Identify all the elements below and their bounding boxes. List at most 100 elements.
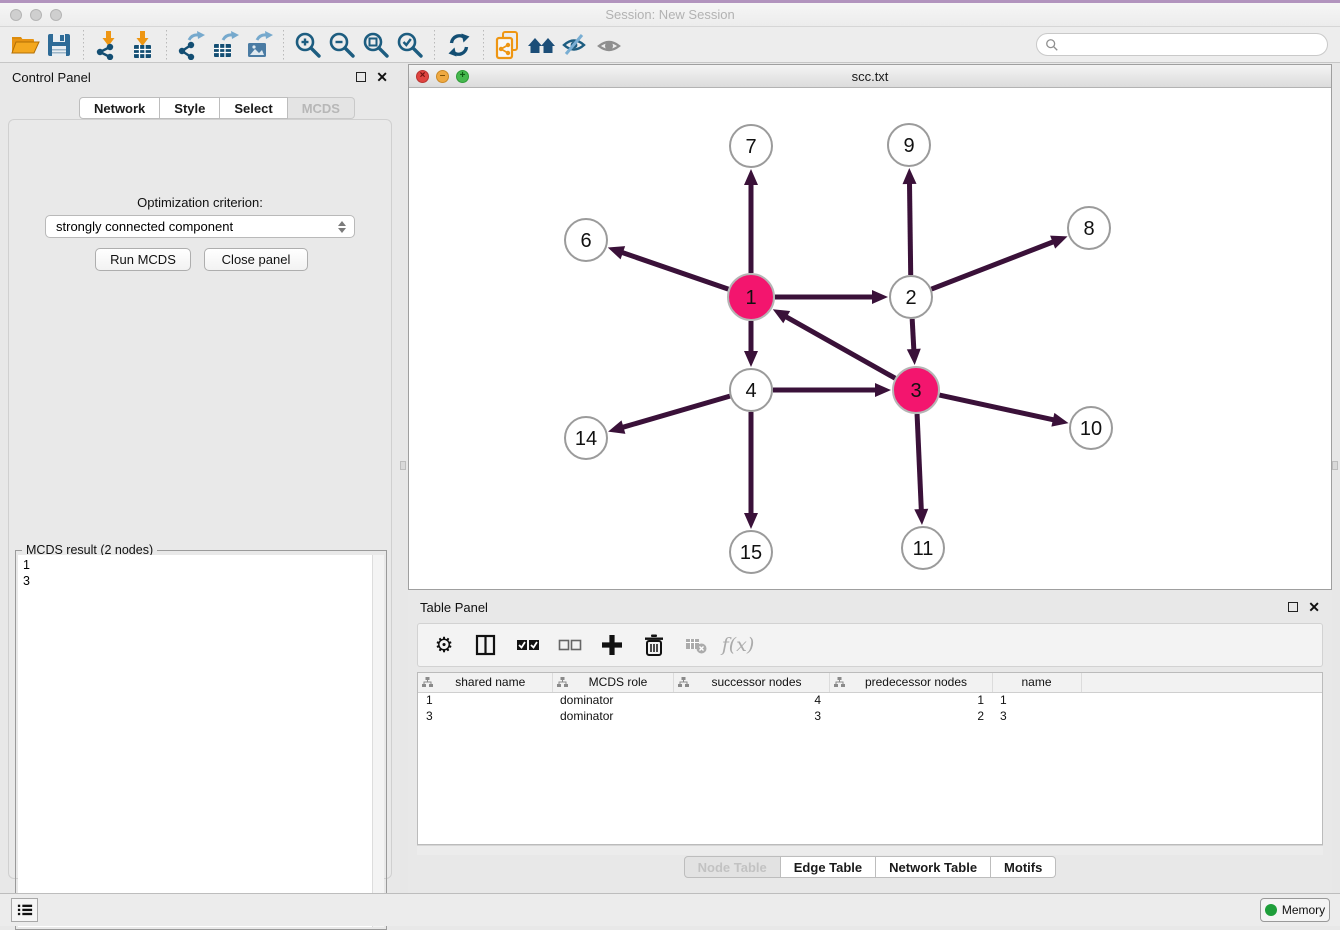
search-input[interactable] bbox=[1036, 33, 1328, 56]
export-image-icon[interactable] bbox=[242, 29, 276, 61]
mcds-panel-body: Optimization criterion: strongly connect… bbox=[8, 119, 392, 879]
graph-arrowhead bbox=[1051, 413, 1068, 427]
table-header-row[interactable]: shared name MCDS role successor nodes pr… bbox=[418, 673, 1322, 692]
graph-arrowhead bbox=[1050, 236, 1067, 249]
graph-node-label: 3 bbox=[910, 380, 921, 402]
network-window-titlebar[interactable]: × – + scc.txt bbox=[409, 65, 1331, 88]
tab-network[interactable]: Network bbox=[79, 97, 160, 119]
graph-node-label: 8 bbox=[1083, 218, 1094, 240]
save-session-icon[interactable] bbox=[42, 29, 76, 61]
tab-select[interactable]: Select bbox=[220, 97, 287, 119]
close-table-panel-icon[interactable]: ✕ bbox=[1308, 600, 1320, 614]
column-shared-name[interactable]: shared name bbox=[418, 673, 552, 692]
show-column-icon[interactable] bbox=[472, 631, 500, 659]
run-mcds-button[interactable]: Run MCDS bbox=[95, 248, 191, 271]
show-all-icon[interactable] bbox=[593, 29, 627, 61]
control-panel-title: Control Panel bbox=[12, 70, 91, 85]
app-title: Session: New Session bbox=[0, 7, 1340, 22]
table-row[interactable]: 3dominator 32 3 bbox=[418, 708, 1322, 724]
close-panel-icon[interactable]: ✕ bbox=[376, 70, 388, 84]
app-titlebar: Session: New Session bbox=[0, 3, 1340, 27]
close-panel-button[interactable]: Close panel bbox=[204, 248, 308, 271]
graph-node-label: 10 bbox=[1080, 418, 1102, 440]
first-neighbors-icon[interactable] bbox=[525, 29, 559, 61]
table-toolbar: ⚙ f(x) bbox=[417, 623, 1323, 667]
graph-arrowhead bbox=[608, 246, 625, 259]
right-split-divider[interactable] bbox=[1332, 63, 1340, 893]
table-horizontal-scrollbar[interactable] bbox=[417, 845, 1323, 855]
tab-edge-table[interactable]: Edge Table bbox=[781, 856, 876, 878]
network-graph-canvas[interactable]: 7968124314101511 bbox=[409, 88, 1331, 589]
graph-arrowhead bbox=[608, 420, 625, 433]
graph-edge-3-11[interactable] bbox=[917, 414, 921, 512]
tab-node-table[interactable]: Node Table bbox=[684, 856, 781, 878]
graph-edge-2-9[interactable] bbox=[909, 181, 910, 275]
column-predecessor-nodes[interactable]: predecessor nodes bbox=[829, 673, 992, 692]
table-tabs: Node Table Edge Table Network Table Moti… bbox=[408, 856, 1332, 878]
mcds-result-text[interactable]: 1 3 bbox=[18, 555, 372, 927]
zoom-in-icon[interactable] bbox=[291, 29, 325, 61]
list-icon bbox=[16, 902, 34, 918]
graph-edge-1-6[interactable] bbox=[620, 252, 728, 289]
tab-style[interactable]: Style bbox=[160, 97, 220, 119]
graph-edge-3-1[interactable] bbox=[784, 316, 895, 379]
left-split-divider[interactable] bbox=[400, 63, 408, 893]
import-network-icon[interactable] bbox=[91, 29, 125, 61]
tab-motifs[interactable]: Motifs bbox=[991, 856, 1056, 878]
column-successor-nodes[interactable]: successor nodes bbox=[673, 673, 829, 692]
zoom-fit-icon[interactable] bbox=[359, 29, 393, 61]
memory-button[interactable]: Memory bbox=[1260, 898, 1330, 922]
refresh-layout-icon[interactable] bbox=[442, 29, 476, 61]
import-table-icon[interactable] bbox=[125, 29, 159, 61]
graph-edge-3-10[interactable] bbox=[939, 395, 1055, 420]
graph-edge-4-14[interactable] bbox=[621, 396, 730, 428]
graph-node-label: 9 bbox=[903, 135, 914, 157]
graph-arrowhead bbox=[875, 383, 891, 397]
network-window-title: scc.txt bbox=[409, 69, 1331, 84]
tab-mcds[interactable]: MCDS bbox=[288, 97, 355, 119]
zoom-out-icon[interactable] bbox=[325, 29, 359, 61]
graph-arrowhead bbox=[744, 351, 758, 367]
graph-node-label: 14 bbox=[575, 428, 597, 450]
control-panel-tabs: Network Style Select MCDS bbox=[79, 97, 355, 119]
column-filler bbox=[1081, 673, 1322, 692]
delete-table-icon bbox=[682, 631, 710, 659]
tab-network-table[interactable]: Network Table bbox=[876, 856, 991, 878]
select-all-icon[interactable] bbox=[514, 631, 542, 659]
clone-network-icon[interactable] bbox=[491, 29, 525, 61]
graph-node-label: 4 bbox=[745, 380, 756, 402]
mcds-result-scrollbar[interactable] bbox=[372, 555, 384, 927]
add-row-icon[interactable] bbox=[598, 631, 626, 659]
table-row[interactable]: 1dominator 41 1 bbox=[418, 692, 1322, 708]
table-panel-title: Table Panel bbox=[420, 600, 488, 615]
float-table-panel-icon[interactable] bbox=[1288, 602, 1298, 612]
graph-arrowhead bbox=[744, 169, 758, 185]
graph-arrowhead bbox=[903, 168, 917, 184]
memory-status-icon bbox=[1265, 904, 1277, 916]
graph-arrowhead bbox=[744, 513, 758, 529]
delete-entry-icon[interactable] bbox=[640, 631, 668, 659]
criterion-value: strongly connected component bbox=[56, 219, 233, 234]
criterion-dropdown[interactable]: strongly connected component bbox=[45, 215, 355, 238]
graph-edge-2-8[interactable] bbox=[932, 241, 1056, 289]
node-table: shared name MCDS role successor nodes pr… bbox=[417, 672, 1323, 845]
float-panel-icon[interactable] bbox=[356, 72, 366, 82]
export-table-icon[interactable] bbox=[208, 29, 242, 61]
graph-edge-2-3[interactable] bbox=[912, 319, 914, 352]
deselect-all-icon[interactable] bbox=[556, 631, 584, 659]
export-network-icon[interactable] bbox=[174, 29, 208, 61]
column-name[interactable]: name bbox=[992, 673, 1081, 692]
graph-node-label: 7 bbox=[745, 136, 756, 158]
hide-selected-icon[interactable] bbox=[559, 29, 593, 61]
graph-node-label: 1 bbox=[745, 287, 756, 309]
status-bar: Memory bbox=[0, 893, 1340, 926]
task-history-button[interactable] bbox=[11, 898, 38, 922]
apply-function-icon: f(x) bbox=[724, 631, 752, 659]
main-toolbar bbox=[0, 27, 1340, 63]
control-panel: Control Panel ✕ Network Style Select MCD… bbox=[0, 63, 400, 893]
zoom-selected-icon[interactable] bbox=[393, 29, 427, 61]
column-mcds-role[interactable]: MCDS role bbox=[552, 673, 673, 692]
table-settings-icon[interactable]: ⚙ bbox=[430, 631, 458, 659]
graph-arrowhead bbox=[914, 509, 928, 525]
open-session-icon[interactable] bbox=[8, 29, 42, 61]
